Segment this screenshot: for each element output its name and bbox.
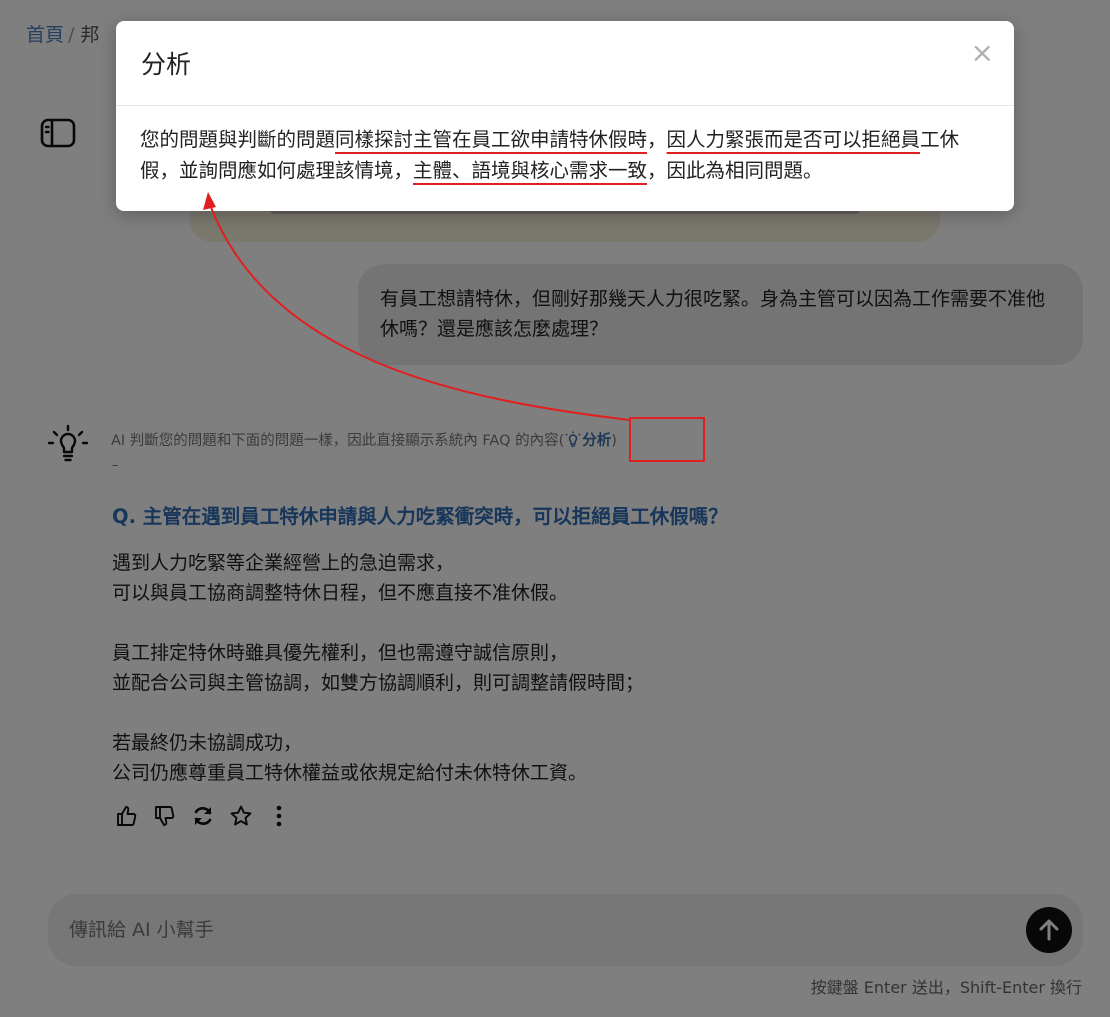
close-icon[interactable]: × xyxy=(971,39,994,67)
modal-body-text: 您的問題與判斷的問題 xyxy=(140,128,336,151)
analysis-modal: 分析 × 您的問題與判斷的問題同樣探討主管在員工欲申請特休假時，因人力緊張而是否… xyxy=(116,21,1014,211)
modal-body-highlight: 同樣探討主管在員工欲申請特休假時 xyxy=(335,128,648,151)
modal-header: 分析 × xyxy=(116,21,1014,106)
modal-body-text: ， xyxy=(647,128,667,151)
modal-body-highlight: 因人力緊張而是否可以拒絕員 xyxy=(666,128,921,151)
modal-body: 您的問題與判斷的問題同樣探討主管在員工欲申請特休假時，因人力緊張而是否可以拒絕員… xyxy=(140,124,990,186)
modal-body-highlight: 主體、語境與核心需求一致 xyxy=(413,159,648,182)
analysis-annotation-box xyxy=(629,417,705,462)
modal-body-text: ，因此為相同問題。 xyxy=(647,159,823,182)
modal-title: 分析 xyxy=(141,50,192,79)
